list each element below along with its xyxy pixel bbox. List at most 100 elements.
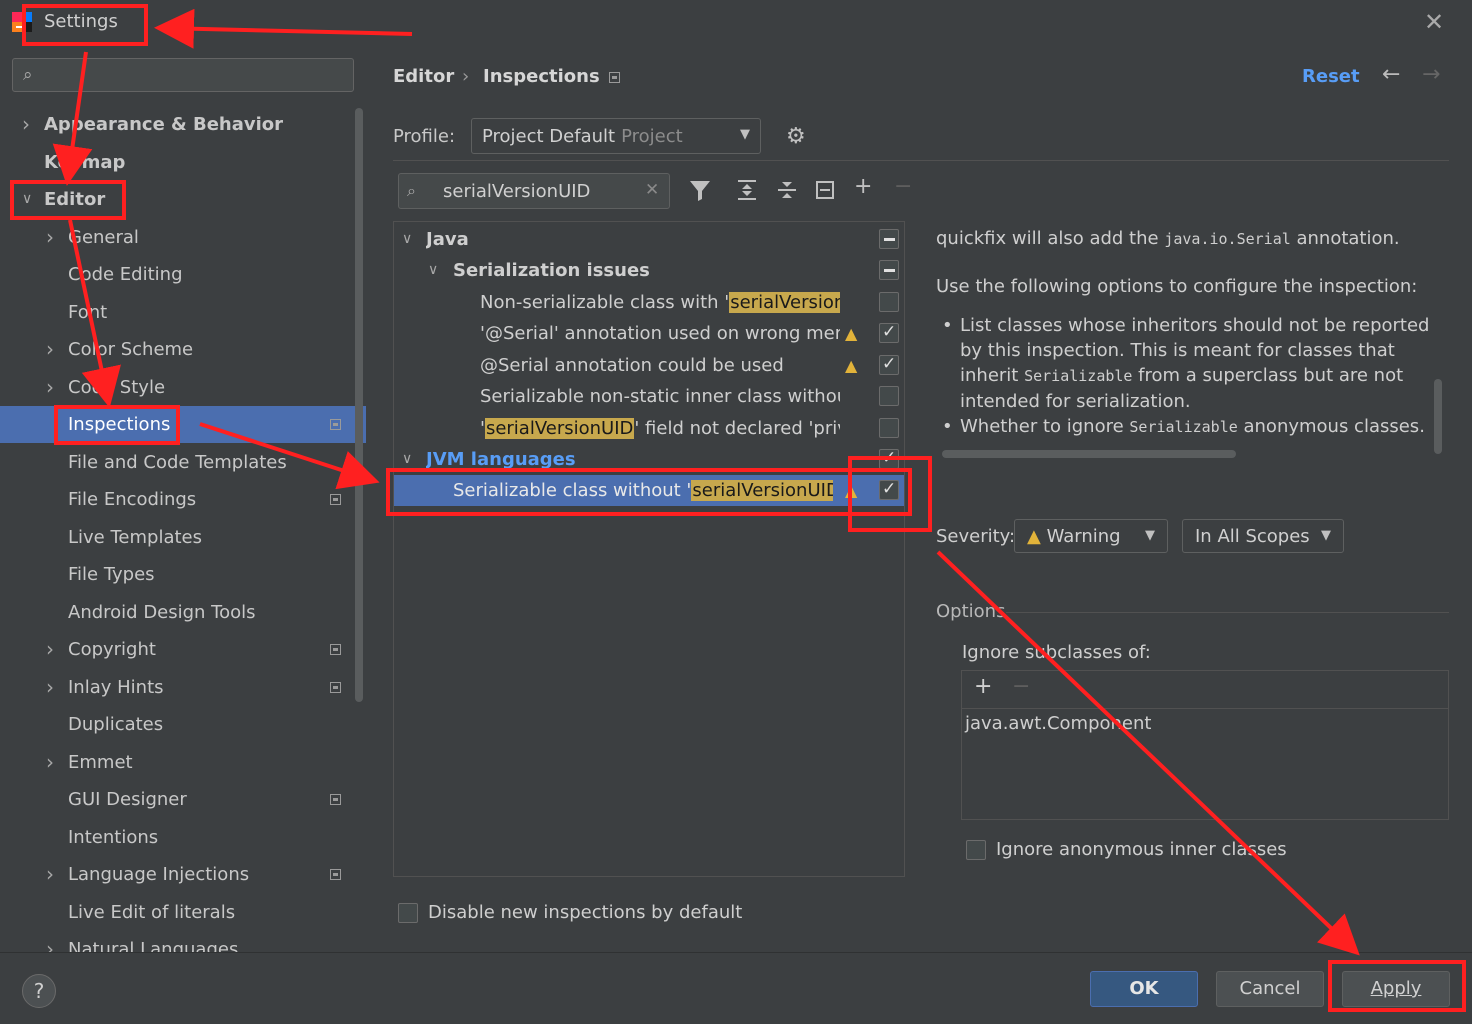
sidebar-item-file-and-code-templates[interactable]: File and Code Templates [0,444,354,481]
sidebar-item-android-design-tools[interactable]: Android Design Tools [0,594,354,631]
sidebar-item-gui-designer[interactable]: GUI Designer [0,781,354,818]
sidebar-item-label: Android Design Tools [68,601,256,623]
sidebar-item-inlay-hints[interactable]: › Inlay Hints [0,669,354,706]
ignore-subclasses-list[interactable]: + − java.awt.Component [961,670,1449,820]
chevron-right-icon[interactable]: › [46,931,54,952]
sidebar-item-label: Appearance & Behavior [44,114,284,135]
sidebar-item-font[interactable]: Font [0,294,354,331]
project-level-icon [609,72,620,83]
settings-search-input[interactable]: ⌕ [12,58,354,92]
sidebar-item-language-injections[interactable]: › Language Injections [0,856,354,893]
tree-row-inspection[interactable]: 'serialVersionUID' field not declared 'p… [394,413,904,444]
sidebar-item-label: Intentions [68,826,159,848]
cancel-button[interactable]: Cancel [1216,971,1324,1007]
chevron-right-icon[interactable]: › [46,369,54,406]
group-label: Serialization issues [453,260,650,281]
sidebar-item-natural-languages[interactable]: › Natural Languages [0,931,354,952]
remove-icon[interactable]: − [1012,674,1030,699]
tree-row-selected-inspection[interactable]: Serializable class without 'serialVersio… [394,474,904,506]
tree-row-java[interactable]: ∨ Java [394,224,904,255]
clear-search-icon[interactable]: ✕ [645,180,659,200]
filter-icon[interactable] [688,178,712,210]
forward-arrow-icon[interactable]: → [1422,62,1440,87]
sidebar-item-live-edit-of-literals[interactable]: Live Edit of literals [0,894,354,931]
tree-row-serialization-issues[interactable]: ∨ Serialization issues [394,255,904,286]
profile-select[interactable]: Project Default Project ▼ [471,118,761,154]
description-horizontal-scrollbar[interactable] [942,450,1236,458]
breadcrumb-inspections: Inspections [483,66,600,87]
sidebar-item-code-style[interactable]: › Code Style [0,369,354,406]
sidebar-item-label: Emmet [68,751,133,773]
severity-label: Severity: [936,526,1016,547]
back-arrow-icon[interactable]: ← [1382,62,1400,87]
reset-link[interactable]: Reset [1302,66,1360,87]
code-text: Serializable [1024,367,1133,385]
tree-row-inspection[interactable]: @Serial annotation could be used ▲ [394,349,904,381]
description-scrollbar[interactable] [1434,379,1442,454]
chevron-down-icon: ▼ [1145,528,1155,543]
sidebar-item-duplicates[interactable]: Duplicates [0,706,354,743]
gear-icon[interactable]: ⚙ [786,124,806,149]
reset-to-default-icon[interactable] [814,178,836,208]
ignore-anonymous-checkbox[interactable] [966,840,986,860]
chevron-right-icon[interactable]: › [46,331,54,368]
group-checkbox[interactable] [879,443,899,474]
sidebar-item-editor[interactable]: ∨ Editor [0,181,354,218]
sidebar-item-appearance-behavior[interactable]: › Appearance & Behavior [0,106,354,143]
breadcrumb-editor[interactable]: Editor [393,66,454,87]
group-checkbox[interactable] [879,260,899,280]
inspection-checkbox[interactable] [879,418,899,438]
chevron-right-icon[interactable]: › [22,106,30,143]
warning-icon: ▲ [845,481,858,500]
inspection-checkbox[interactable] [879,317,899,348]
sidebar-item-general[interactable]: › General [0,219,354,256]
inspection-description: quickfix will also add the java.io.Seria… [936,224,1436,464]
window-title: Settings [44,11,118,32]
chevron-right-icon[interactable]: › [46,856,54,893]
expand-all-icon[interactable] [736,178,758,208]
chevron-right-icon[interactable]: › [46,669,54,706]
sidebar-item-live-templates[interactable]: Live Templates [0,519,354,556]
group-label: Java [426,229,469,250]
tree-row-inspection[interactable]: Serializable non-static inner class with… [394,381,904,412]
group-checkbox[interactable] [879,229,899,249]
ok-button[interactable]: OK [1090,971,1198,1007]
add-icon[interactable]: + [974,674,992,699]
inspection-checkbox[interactable] [879,292,899,312]
sidebar-item-label: Inlay Hints [68,676,164,698]
inspection-checkbox[interactable] [879,386,899,406]
inspection-checkbox[interactable] [879,349,899,380]
inspection-search-input[interactable]: ⌕ serialVersionUID ✕ [398,173,670,209]
chevron-down-icon: ∨ [428,262,439,278]
sidebar-scrollbar[interactable] [355,108,363,702]
remove-icon[interactable]: − [894,174,912,199]
sidebar-item-code-editing[interactable]: Code Editing [0,256,354,293]
sidebar-item-keymap[interactable]: Keymap [0,144,354,181]
profile-value: Project Default [482,126,616,147]
description-text: Whether to ignore [960,416,1130,437]
chevron-right-icon[interactable]: › [46,219,54,256]
tree-row-inspection[interactable]: '@Serial' annotation used on wrong mem ▲ [394,317,904,349]
list-item[interactable]: java.awt.Component [965,713,1151,734]
collapse-all-icon[interactable] [776,178,798,208]
tree-row-jvm-languages[interactable]: ∨ JVM languages [394,443,904,475]
chevron-right-icon[interactable]: › [46,744,54,781]
sidebar-item-emmet[interactable]: › Emmet [0,744,354,781]
inspection-checkbox[interactable] [879,474,899,505]
sidebar-item-copyright[interactable]: › Copyright [0,631,354,668]
disable-new-inspections-checkbox[interactable] [398,903,418,923]
sidebar-item-file-types[interactable]: File Types [0,556,354,593]
severity-select[interactable]: ▲ Warning ▼ [1014,519,1168,553]
add-icon[interactable]: + [854,174,872,199]
scope-select[interactable]: In All Scopes ▼ [1182,519,1344,553]
tree-row-inspection[interactable]: Non-serializable class with 'serialVersi… [394,287,904,318]
help-button[interactable]: ? [22,974,56,1008]
chevron-down-icon[interactable]: ∨ [22,181,32,218]
close-icon[interactable]: ✕ [1424,8,1444,36]
sidebar-item-intentions[interactable]: Intentions [0,819,354,856]
sidebar-item-inspections[interactable]: Inspections [0,406,366,443]
sidebar-item-color-scheme[interactable]: › Color Scheme [0,331,354,368]
chevron-right-icon[interactable]: › [46,631,54,668]
apply-button[interactable]: Apply [1342,971,1450,1007]
sidebar-item-file-encodings[interactable]: File Encodings [0,481,354,518]
